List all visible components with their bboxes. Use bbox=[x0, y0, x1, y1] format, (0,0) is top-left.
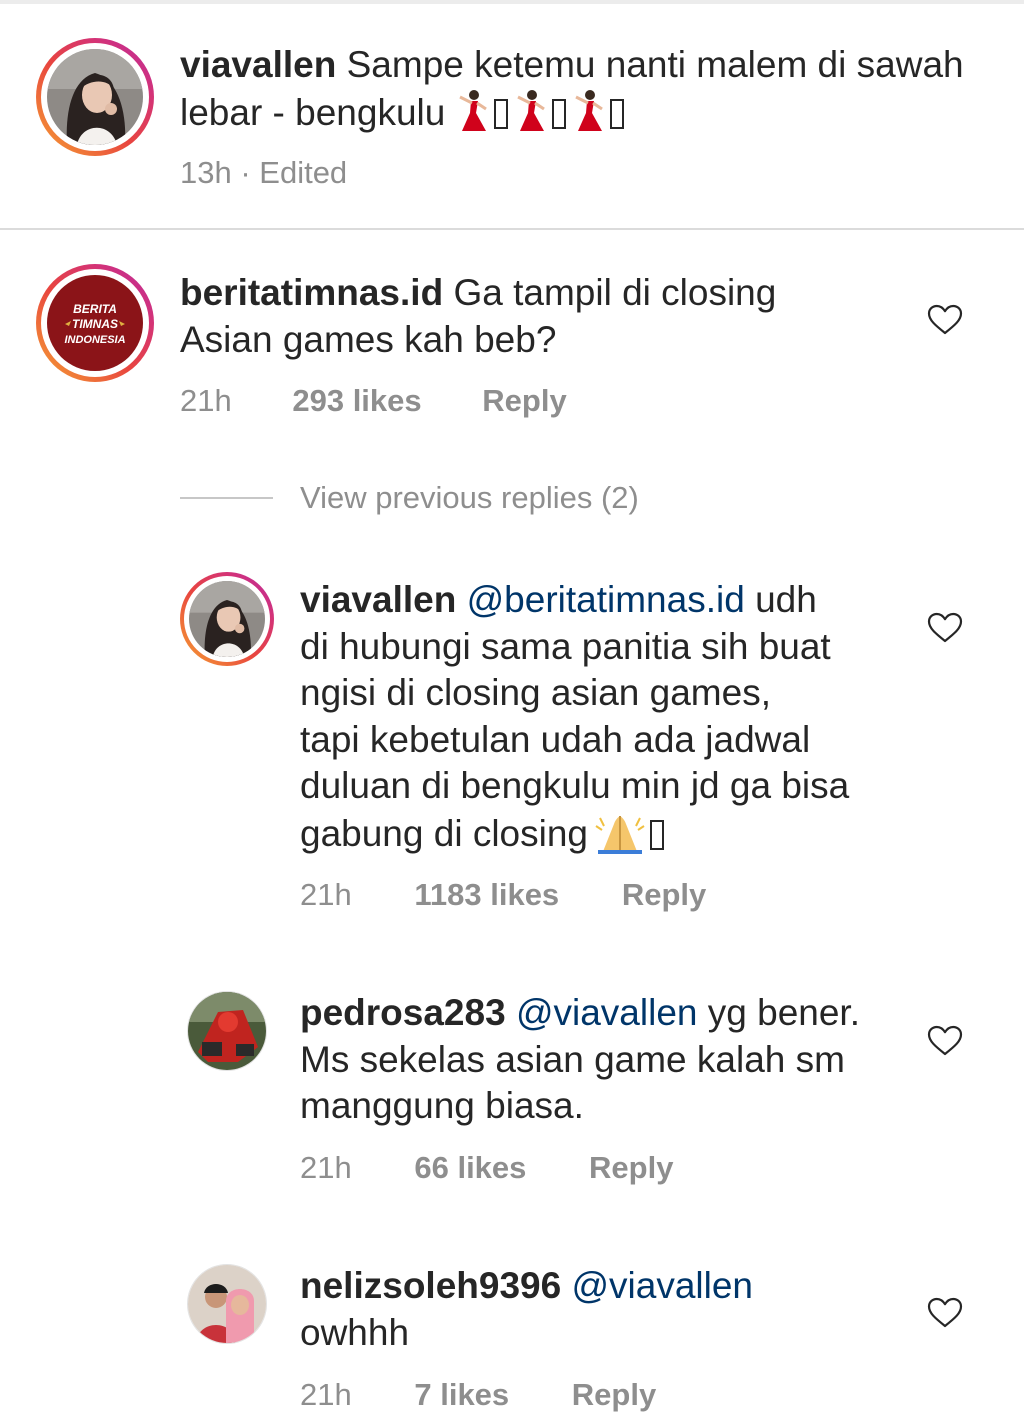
reply-button[interactable]: Reply bbox=[589, 1150, 673, 1185]
reply-likes[interactable]: 7 likes bbox=[414, 1377, 509, 1412]
reply-username[interactable]: viavallen bbox=[300, 579, 456, 620]
comment-time: 21h bbox=[180, 383, 232, 418]
reply-time: 21h bbox=[300, 877, 352, 912]
reply-line: duluan di bengkulu min jd ga bisa bbox=[300, 765, 850, 806]
missing-glyph-icon bbox=[493, 98, 508, 129]
reply-meta: 21h 66 likes Reply bbox=[300, 1150, 673, 1186]
reply-text: nelizsoleh9396 @viavallen owhhh bbox=[300, 1263, 910, 1356]
reply-line: manggung biasa. bbox=[300, 1085, 584, 1126]
caption-username[interactable]: viavallen bbox=[180, 44, 336, 85]
reply-line: di hubungi sama panitia sih buat bbox=[300, 625, 831, 667]
reply-line: Ms sekelas asian game kalah sm bbox=[300, 1038, 845, 1080]
missing-glyph-icon bbox=[650, 819, 664, 850]
comment-likes[interactable]: 293 likes bbox=[292, 383, 421, 418]
reply-time: 21h bbox=[300, 1377, 352, 1412]
heart-outline-icon[interactable] bbox=[927, 612, 963, 644]
mention-link[interactable]: @beritatimnas.id bbox=[467, 579, 745, 620]
caption-block: viavallen Sampe ketemu nanti malem di sa… bbox=[0, 0, 1024, 230]
reply-line: gabung di closing bbox=[300, 812, 588, 854]
view-previous-label[interactable]: View previous replies (2) bbox=[300, 480, 639, 516]
reply-button[interactable]: Reply bbox=[482, 383, 566, 418]
reply-line: tapi kebetulan udah ada jadwal bbox=[300, 718, 811, 760]
avatar: BERITA TIMNAS INDONESIA bbox=[47, 275, 143, 371]
reply-likes[interactable]: 66 likes bbox=[414, 1150, 526, 1185]
reply-text: pedrosa283 @viavallen yg bener. Ms sekel… bbox=[300, 990, 910, 1130]
heart-outline-icon[interactable] bbox=[927, 304, 963, 336]
reply-meta: 21h 7 likes Reply bbox=[300, 1377, 656, 1413]
dancer-emoji-icon bbox=[458, 89, 487, 131]
comment-username[interactable]: beritatimnas.id bbox=[180, 272, 443, 313]
reply-username[interactable]: pedrosa283 bbox=[300, 992, 506, 1033]
heart-outline-icon[interactable] bbox=[927, 1297, 963, 1329]
avatar-logo-text-1: BERITA bbox=[73, 302, 117, 316]
dancer-emoji-icon bbox=[574, 89, 603, 131]
avatar-ring-viavallen[interactable] bbox=[36, 38, 154, 156]
reply-username[interactable]: nelizsoleh9396 bbox=[300, 1265, 561, 1306]
caption-text: viavallen Sampe ketemu nanti malem di sa… bbox=[180, 42, 980, 136]
reply-likes[interactable]: 1183 likes bbox=[414, 877, 559, 912]
avatar bbox=[47, 49, 143, 145]
mention-link[interactable]: @viavallen bbox=[516, 992, 698, 1033]
reply-text: viavallen @beritatimnas.id udh di hubung… bbox=[300, 577, 910, 857]
comment-body-line2: Asian games kah beb? bbox=[180, 318, 557, 360]
avatar bbox=[189, 581, 265, 657]
dancer-emoji-icon bbox=[516, 89, 545, 131]
avatar-ring-beritatimnas[interactable]: BERITA TIMNAS INDONESIA bbox=[36, 264, 154, 382]
missing-glyph-icon bbox=[609, 98, 624, 129]
reply-line: owhhh bbox=[300, 1311, 410, 1353]
missing-glyph-icon bbox=[551, 98, 566, 129]
comment-meta: 21h 293 likes Reply bbox=[180, 383, 567, 419]
reply-meta: 21h 1183 likes Reply bbox=[300, 877, 706, 913]
caption-meta: 13h · Edited bbox=[180, 155, 348, 190]
reply-line1-rest: udh bbox=[755, 579, 817, 620]
reply-button[interactable]: Reply bbox=[622, 877, 706, 912]
folded-hands-emoji-icon bbox=[595, 815, 645, 854]
comment-text: beritatimnas.id Ga tampil di closing Asi… bbox=[180, 270, 880, 363]
avatar-pedrosa283[interactable] bbox=[187, 991, 267, 1071]
avatar-logo-text-2: TIMNAS bbox=[72, 317, 118, 331]
caption-emojis bbox=[456, 89, 630, 133]
heart-outline-icon[interactable] bbox=[927, 1025, 963, 1057]
reply-line1-rest: yg bener. bbox=[707, 992, 860, 1033]
comment-body-line1: Ga tampil di closing bbox=[453, 272, 777, 313]
avatar-ring-viavallen-reply[interactable] bbox=[180, 572, 274, 666]
mention-link[interactable]: @viavallen bbox=[571, 1265, 753, 1306]
avatar-nelizsoleh9396[interactable] bbox=[187, 1264, 267, 1344]
avatar-logo-text-3: INDONESIA bbox=[64, 334, 125, 346]
reply-button[interactable]: Reply bbox=[572, 1377, 656, 1412]
reply-time: 21h bbox=[300, 1150, 352, 1185]
divider-line bbox=[180, 497, 273, 499]
reply-line: ngisi di closing asian games, bbox=[300, 672, 771, 713]
view-previous-replies[interactable]: View previous replies (2) bbox=[180, 480, 740, 520]
